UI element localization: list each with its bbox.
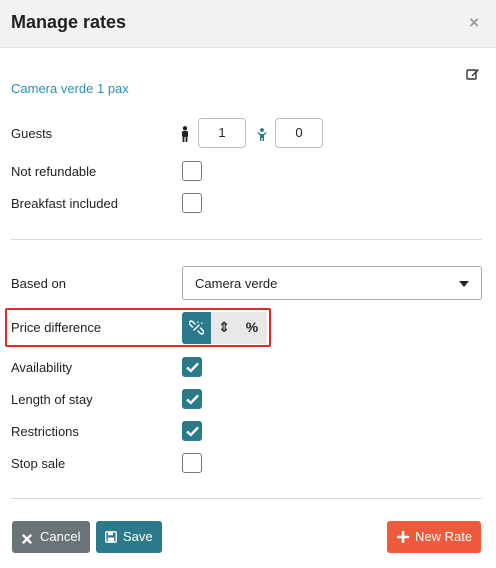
sort-toggle-button[interactable]: ⇕ <box>211 312 237 344</box>
not-refundable-label: Not refundable <box>11 164 97 179</box>
close-icon <box>22 532 32 547</box>
availability-checkbox[interactable] <box>182 357 202 377</box>
cancel-button[interactable]: Cancel <box>12 521 90 553</box>
price-difference-label: Price difference <box>11 320 102 335</box>
breakfast-label: Breakfast included <box>11 196 118 211</box>
percent-toggle-button[interactable]: % <box>237 312 267 344</box>
length-of-stay-checkbox[interactable] <box>182 389 202 409</box>
floppy-icon <box>105 531 117 546</box>
stop-sale-label: Stop sale <box>11 456 66 471</box>
cancel-label: Cancel <box>40 529 81 544</box>
room-name[interactable]: Camera verde 1 pax <box>11 81 129 96</box>
children-input[interactable]: 0 <box>275 118 323 148</box>
stop-sale-checkbox[interactable] <box>182 453 202 473</box>
breakfast-checkbox[interactable] <box>182 193 202 213</box>
new-rate-button[interactable]: New Rate <box>387 521 481 553</box>
new-rate-label: New Rate <box>415 529 473 544</box>
child-icon <box>257 128 267 147</box>
adult-icon <box>180 126 190 147</box>
check-icon <box>186 362 199 373</box>
save-button[interactable]: Save <box>96 521 162 553</box>
sort-icon: ⇕ <box>218 319 230 335</box>
check-icon <box>186 426 199 437</box>
modal-header: Manage rates × <box>0 0 496 48</box>
percent-icon: % <box>245 319 259 335</box>
unlink-toggle-button[interactable] <box>182 312 211 344</box>
save-label: Save <box>123 529 153 544</box>
close-icon[interactable]: × <box>469 13 479 33</box>
based-on-label: Based on <box>11 276 66 291</box>
guests-label: Guests <box>11 126 53 141</box>
based-on-select[interactable]: Camera verde <box>182 266 482 300</box>
divider <box>11 239 482 240</box>
unlink-icon <box>188 320 205 340</box>
not-refundable-checkbox[interactable] <box>182 161 202 181</box>
check-icon <box>186 394 199 405</box>
plus-icon <box>396 530 410 546</box>
edit-icon[interactable] <box>466 67 480 86</box>
adults-input[interactable]: 1 <box>198 118 246 148</box>
caret-down-icon <box>459 281 469 287</box>
restrictions-checkbox[interactable] <box>182 421 202 441</box>
availability-label: Availability <box>11 360 73 375</box>
footer-divider <box>11 498 482 499</box>
restrictions-label: Restrictions <box>11 424 79 439</box>
length-of-stay-label: Length of stay <box>11 392 93 407</box>
modal-title: Manage rates <box>11 12 127 32</box>
price-difference-toggle: ⇕ % <box>182 312 267 344</box>
based-on-value: Camera verde <box>195 276 278 291</box>
